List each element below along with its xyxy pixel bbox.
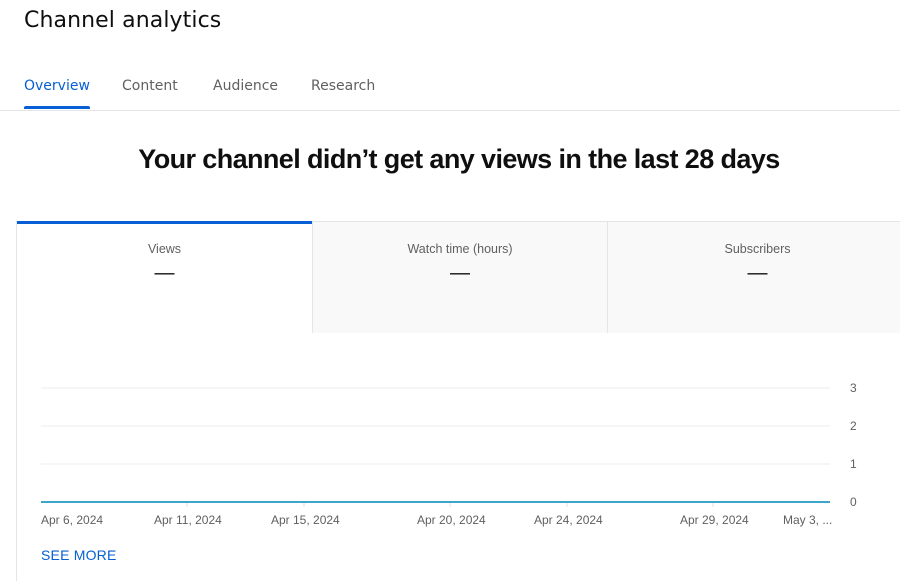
metric-value: — <box>450 262 470 284</box>
x-tick-label: Apr 11, 2024 <box>154 513 222 527</box>
x-axis: Apr 6, 2024 Apr 11, 2024 Apr 15, 2024 Apr 2… <box>41 502 832 527</box>
y-tick-label: 1 <box>850 457 857 471</box>
x-tick-label: Apr 15, 2024 <box>271 513 340 527</box>
metric-label: Watch time (hours) <box>407 242 513 256</box>
tab-audience[interactable]: Audience <box>213 78 278 94</box>
metric-tab-views[interactable]: Views — <box>17 221 312 333</box>
x-tick-label: Apr 20, 2024 <box>417 513 486 527</box>
tab-content[interactable]: Content <box>122 78 178 94</box>
metric-tab-watch-time[interactable]: Watch time (hours) — <box>312 221 607 333</box>
x-tick-label: Apr 29, 2024 <box>680 513 749 527</box>
tab-overview[interactable]: Overview <box>24 78 90 109</box>
y-axis: 0 1 2 3 <box>850 381 857 509</box>
tab-research[interactable]: Research <box>311 78 375 94</box>
x-tick-label: Apr 6, 2024 <box>41 513 103 527</box>
analytics-tabs: Overview Content Audience Research <box>0 68 900 111</box>
y-tick-label: 2 <box>850 419 857 433</box>
metric-value: — <box>154 262 175 284</box>
no-views-headline: Your channel didn’t get any views in the… <box>138 144 780 174</box>
x-tick-label: Apr 24, 2024 <box>534 513 603 527</box>
see-more-link[interactable]: SEE MORE <box>41 547 117 563</box>
metric-label: Views <box>147 242 182 256</box>
y-tick-label: 0 <box>850 495 857 509</box>
views-chart: Apr 6, 2024 Apr 11, 2024 Apr 15, 2024 Apr 2… <box>41 381 857 527</box>
y-tick-label: 3 <box>850 381 857 395</box>
metric-value: — <box>747 262 768 284</box>
metric-label: Subscribers <box>724 242 791 256</box>
page-title: Channel analytics <box>24 8 222 33</box>
x-tick-label: May 3, ... <box>783 513 832 527</box>
grid-layer <box>41 387 830 465</box>
metric-tab-subscribers[interactable]: Subscribers — <box>607 221 900 333</box>
